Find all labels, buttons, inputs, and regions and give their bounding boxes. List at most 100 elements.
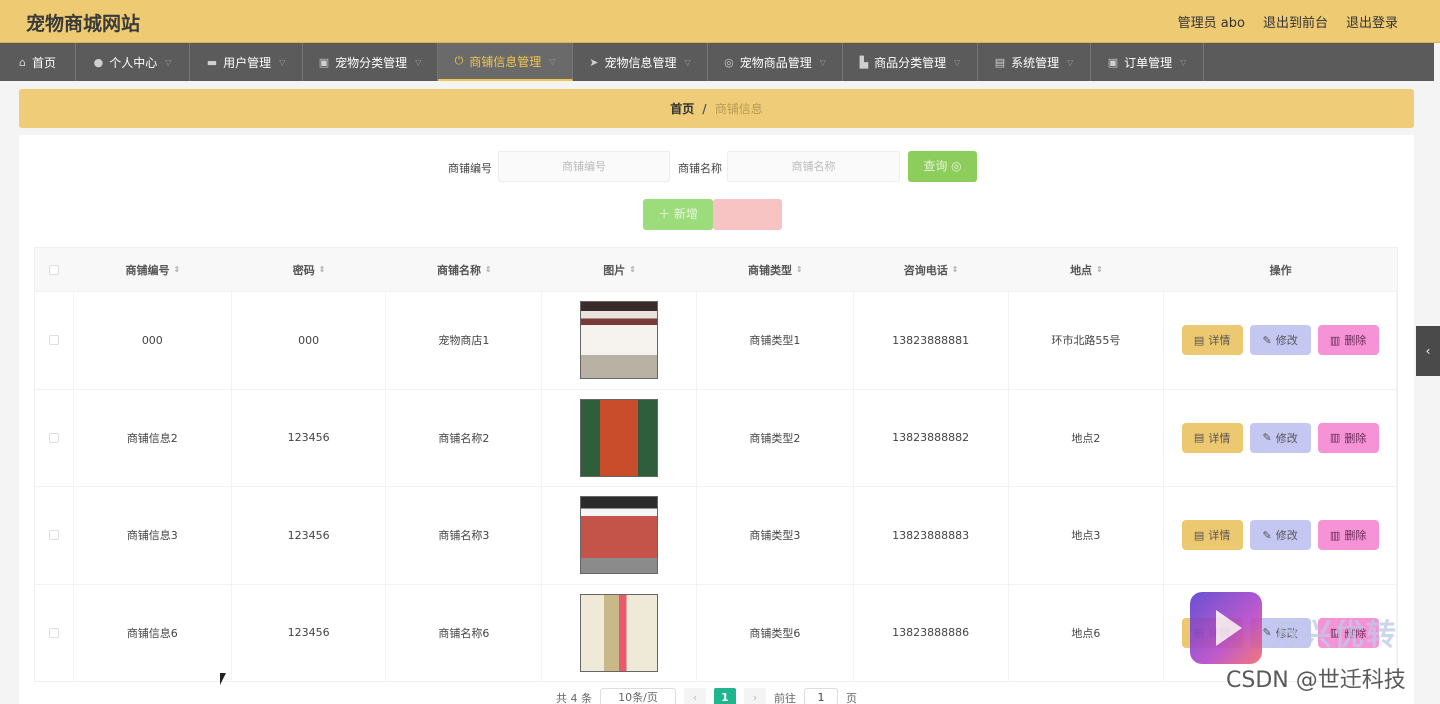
clipboard-icon: ▣ bbox=[1107, 55, 1119, 69]
nav-item-0[interactable]: ⌂ 首页 bbox=[0, 43, 76, 81]
page-number-1[interactable]: 1 bbox=[714, 688, 736, 704]
shop-name-input[interactable]: 商铺名称 bbox=[727, 151, 900, 182]
clipboard-icon: ▣ bbox=[318, 55, 330, 69]
mouse-cursor-icon bbox=[220, 673, 226, 685]
col-header-phone[interactable]: 咨询电话 ⇕ bbox=[854, 262, 1009, 278]
cell-shop-name: 商铺名称6 bbox=[386, 584, 543, 681]
cell-shop-name: 商铺名称3 bbox=[386, 487, 543, 584]
cell-shop-type: 商铺类型2 bbox=[697, 389, 854, 486]
col-header-shop-id[interactable]: 商铺编号 ⇕ bbox=[74, 262, 232, 278]
col-header-password[interactable]: 密码 ⇕ bbox=[232, 262, 387, 278]
logout-link[interactable]: 退出登录 bbox=[1346, 12, 1398, 31]
sort-icon: ⇕ bbox=[796, 265, 803, 274]
delete-button[interactable]: ▥ 删除 bbox=[1317, 325, 1379, 356]
cell-shop-id: 000 bbox=[74, 292, 232, 389]
sort-icon: ⇕ bbox=[318, 265, 326, 274]
col-header-shop-name[interactable]: 商铺名称 ⇕ bbox=[386, 262, 542, 278]
server-icon: ▤ bbox=[994, 55, 1006, 69]
select-all-checkbox[interactable] bbox=[49, 264, 60, 275]
add-button[interactable]: ＋ 新增 bbox=[643, 199, 713, 230]
detail-button[interactable]: ▤详情 bbox=[1181, 520, 1243, 551]
shop-image[interactable] bbox=[580, 398, 659, 477]
truck-icon: ▙ bbox=[859, 55, 869, 69]
breadcrumb-current: 商铺信息 bbox=[714, 102, 763, 116]
shop-id-label: 商铺编号 bbox=[448, 162, 492, 175]
table-row: 商铺信息2 123456 商铺名称2 商铺类型2 13823888882 地点2 ▤ 详情 ✎ 修… bbox=[35, 388, 1397, 486]
edit-button[interactable]: ✎ 修改 bbox=[1249, 422, 1311, 453]
shop-name-label: 商铺名称 bbox=[678, 162, 722, 175]
nav-item-2[interactable]: ▬ 用户管理 ▽ bbox=[190, 43, 303, 81]
col-header-image[interactable]: 图片 ⇕ bbox=[542, 262, 697, 278]
watermark-brand: 万兴优转 bbox=[1270, 618, 1398, 653]
trash-icon: ▥ bbox=[1329, 431, 1341, 445]
sort-icon: ⇕ bbox=[629, 265, 636, 274]
nav-item-label: 宠物商品管理 bbox=[739, 55, 812, 70]
batch-delete-button[interactable] bbox=[713, 199, 782, 230]
page-size-select[interactable]: 10条/页 bbox=[600, 688, 676, 704]
pagination: 共 4 条 10条/页 ‹ 1 › 前往 1 页 bbox=[556, 688, 857, 704]
sort-icon: ⇕ bbox=[951, 265, 959, 274]
row-checkbox[interactable] bbox=[48, 432, 59, 443]
chevron-down-icon: ▽ bbox=[549, 56, 556, 66]
cell-location: 地点2 bbox=[1009, 389, 1165, 486]
shop-image[interactable] bbox=[580, 301, 659, 380]
cell-location: 环市北路55号 bbox=[1009, 292, 1165, 389]
nav-item-7[interactable]: ▙ 商品分类管理 ▽ bbox=[843, 43, 978, 81]
row-checkbox[interactable] bbox=[48, 627, 59, 638]
back-to-frontend-link[interactable]: 退出到前台 bbox=[1263, 12, 1328, 31]
edit-button[interactable]: ✎ 修改 bbox=[1249, 520, 1311, 551]
goto-page-input[interactable]: 1 bbox=[804, 688, 838, 704]
query-button[interactable]: 查询 ◎ bbox=[908, 151, 977, 182]
sort-icon: ⇕ bbox=[1096, 265, 1103, 274]
collapse-panel-toggle[interactable]: ‹ bbox=[1416, 326, 1440, 376]
nav-item-label: 订单管理 bbox=[1124, 55, 1173, 70]
detail-button[interactable]: ▤详情 bbox=[1181, 325, 1243, 356]
shop-image[interactable] bbox=[580, 496, 659, 575]
document-icon: ▤ bbox=[1193, 431, 1205, 445]
nav-item-6[interactable]: ◎ 宠物商品管理 ▽ bbox=[708, 43, 843, 81]
col-header-location[interactable]: 地点 ⇕ bbox=[1009, 262, 1165, 278]
delete-button[interactable]: ▥ 删除 bbox=[1317, 520, 1379, 551]
edit-button[interactable]: ✎ 修改 bbox=[1249, 325, 1311, 356]
cell-shop-type: 商铺类型1 bbox=[697, 292, 854, 389]
nav-item-3[interactable]: ▣ 宠物分类管理 ▽ bbox=[303, 43, 438, 81]
cell-shop-name: 宠物商店1 bbox=[386, 292, 543, 389]
next-page-button[interactable]: › bbox=[744, 688, 766, 704]
pagination-total: 共 4 条 bbox=[556, 692, 592, 704]
nav-item-8[interactable]: ▤ 系统管理 ▽ bbox=[978, 43, 1091, 81]
admin-user-link[interactable]: 管理员 abo bbox=[1178, 12, 1245, 31]
row-checkbox[interactable] bbox=[48, 335, 59, 346]
row-checkbox[interactable] bbox=[48, 530, 59, 541]
breadcrumb-home[interactable]: 首页 bbox=[670, 100, 694, 117]
chevron-left-icon: ‹ bbox=[1425, 344, 1431, 358]
site-title: 宠物商城网站 bbox=[26, 13, 141, 35]
cell-phone: 13823888886 bbox=[854, 584, 1009, 681]
csdn-watermark: CSDN @世迁科技 bbox=[1226, 668, 1406, 693]
nav-item-5[interactable]: ➤ 宠物信息管理 ▽ bbox=[573, 43, 708, 81]
chevron-down-icon: ▽ bbox=[1180, 57, 1187, 67]
table-row: 商铺信息3 123456 商铺名称3 商铺类型3 13823888883 地点3 ▤ 详情 ✎ 修… bbox=[35, 486, 1397, 584]
cell-password: 123456 bbox=[232, 584, 387, 681]
trash-icon: ▥ bbox=[1329, 333, 1341, 347]
shop-image[interactable] bbox=[580, 593, 659, 672]
shop-id-input[interactable]: 商铺编号 bbox=[498, 151, 670, 182]
home-icon: ⌂ bbox=[19, 55, 26, 69]
col-header-shop-type[interactable]: 商铺类型 ⇕ bbox=[697, 262, 854, 278]
chevron-down-icon: ▽ bbox=[684, 57, 691, 67]
detail-button[interactable]: ▤详情 bbox=[1181, 422, 1243, 453]
nav-item-label: 首页 bbox=[31, 55, 56, 70]
pencil-icon: ✎ bbox=[1262, 431, 1272, 445]
nav-item-4[interactable]: ⏻ 商铺信息管理 ▽ bbox=[438, 43, 573, 81]
top-header: 宠物商城网站 管理员 abo 退出到前台 退出登录 bbox=[0, 0, 1440, 43]
nav-item-label: 个人中心 bbox=[109, 55, 158, 70]
breadcrumb: 首页 / 商铺信息 bbox=[19, 89, 1414, 128]
cell-shop-id: 商铺信息6 bbox=[74, 584, 232, 681]
prev-page-button[interactable]: ‹ bbox=[684, 688, 706, 704]
nav-item-label: 宠物分类管理 bbox=[335, 55, 408, 70]
nav-item-9[interactable]: ▣ 订单管理 ▽ bbox=[1091, 43, 1204, 81]
chevron-down-icon: ▽ bbox=[1067, 57, 1074, 67]
delete-button[interactable]: ▥ 删除 bbox=[1317, 422, 1379, 453]
cell-phone: 13823888882 bbox=[854, 389, 1009, 486]
cell-phone: 13823888881 bbox=[854, 292, 1009, 389]
nav-item-1[interactable]: ● 个人中心 ▽ bbox=[76, 43, 190, 81]
